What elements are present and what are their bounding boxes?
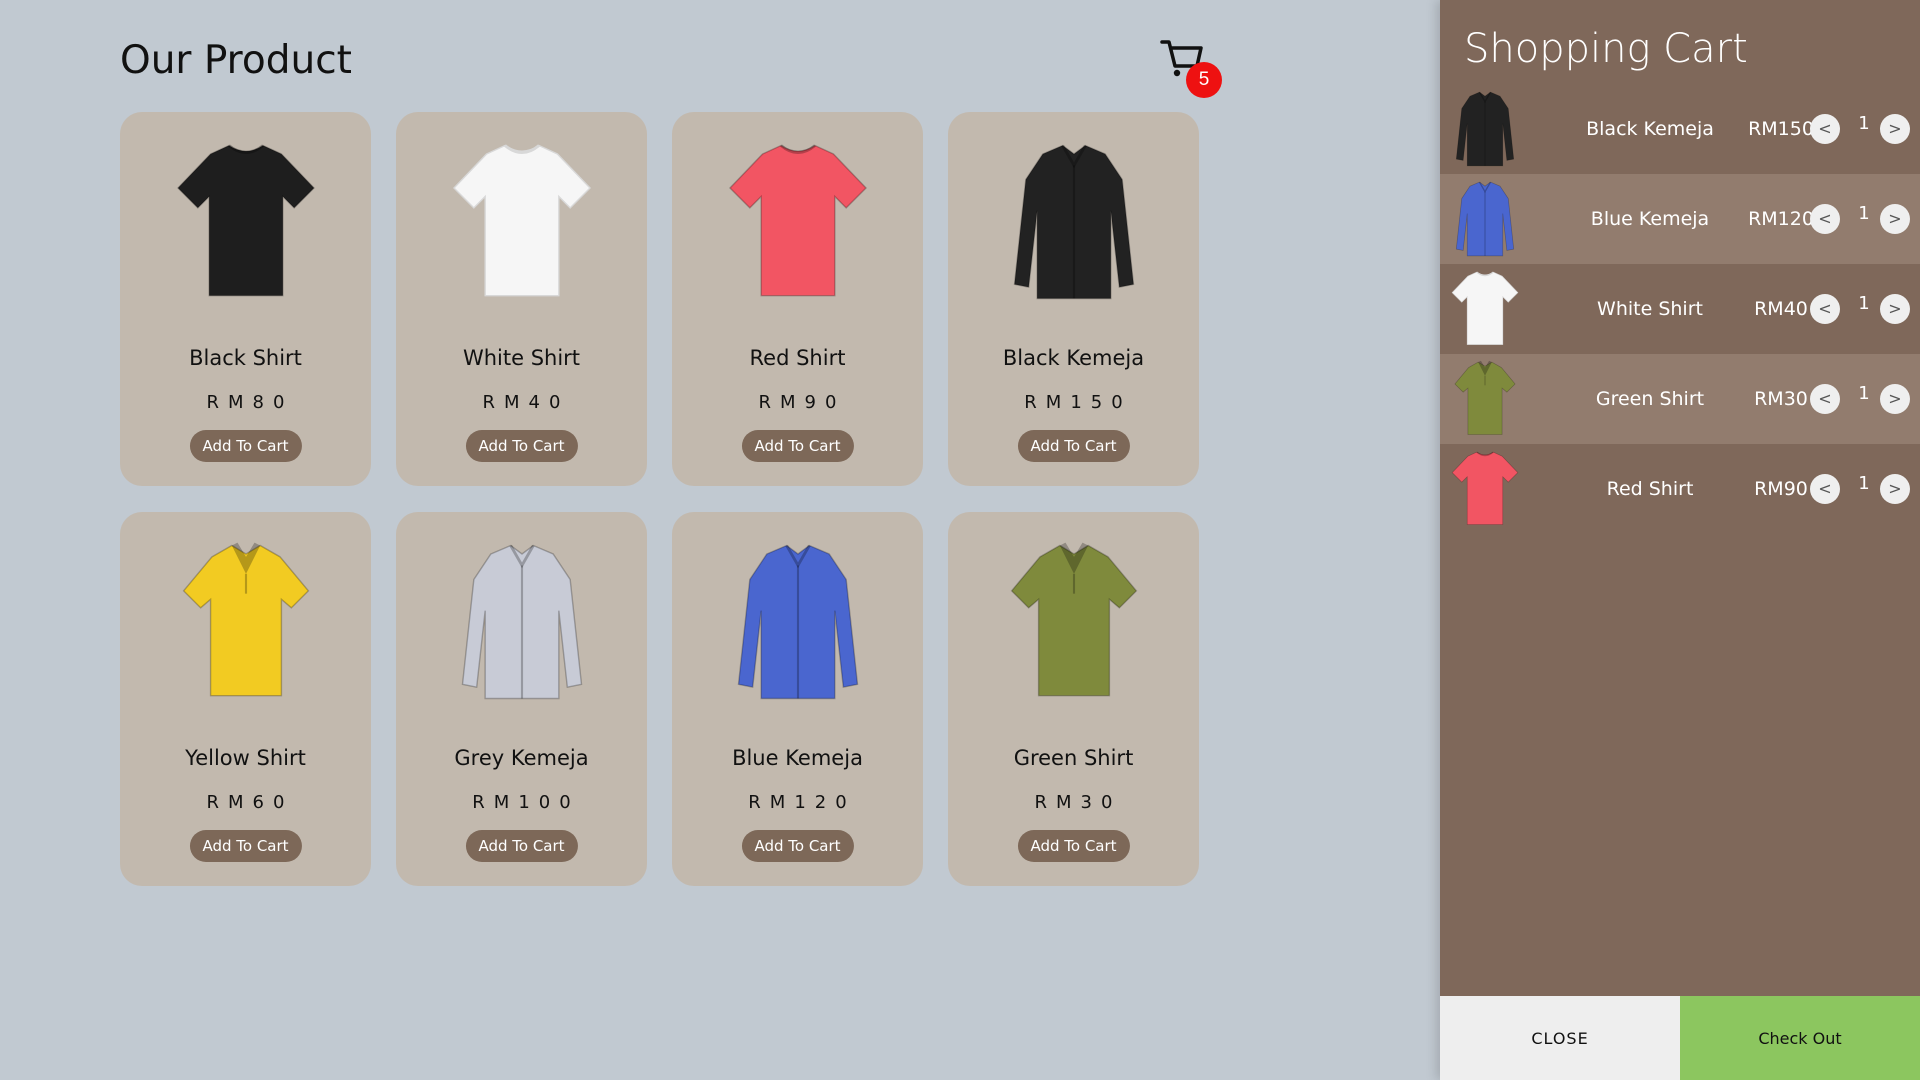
- decrease-quantity-button[interactable]: <: [1810, 294, 1840, 324]
- product-image: [948, 532, 1199, 712]
- decrease-quantity-button[interactable]: <: [1810, 474, 1840, 504]
- product-price: RM80: [206, 392, 294, 413]
- shopping-cart-panel: Shopping Cart Black Kemeja RM150 < 1 > B…: [1440, 0, 1920, 1080]
- product-image: [396, 132, 647, 312]
- cart-item-quantity: 1: [1858, 473, 1870, 494]
- cart-item-quantity: 1: [1858, 383, 1870, 404]
- product-name: Green Shirt: [1013, 746, 1134, 770]
- cart-footer: CLOSE Check Out: [1440, 996, 1920, 1080]
- checkout-button[interactable]: Check Out: [1680, 996, 1920, 1080]
- product-price: RM150: [1024, 392, 1132, 413]
- product-price: RM120: [748, 792, 856, 813]
- decrease-quantity-button[interactable]: <: [1810, 114, 1840, 144]
- product-name: Red Shirt: [749, 346, 846, 370]
- product-card: Black Kemeja RM150 Add To Cart: [948, 112, 1199, 486]
- add-to-cart-button[interactable]: Add To Cart: [1017, 430, 1130, 462]
- product-price: RM30: [1034, 792, 1122, 813]
- increase-quantity-button[interactable]: >: [1880, 114, 1910, 144]
- product-image: [120, 532, 371, 712]
- product-price: RM100: [472, 792, 580, 813]
- close-button[interactable]: CLOSE: [1440, 996, 1680, 1080]
- cart-item: Black Kemeja RM150 < 1 >: [1440, 84, 1920, 174]
- product-name: Black Shirt: [189, 346, 302, 370]
- increase-quantity-button[interactable]: >: [1880, 384, 1910, 414]
- product-card: Green Shirt RM30 Add To Cart: [948, 512, 1199, 886]
- increase-quantity-button[interactable]: >: [1880, 204, 1910, 234]
- product-image: [120, 132, 371, 312]
- cart-item: White Shirt RM40 < 1 >: [1440, 264, 1920, 354]
- product-image: [948, 132, 1199, 312]
- decrease-quantity-button[interactable]: <: [1810, 384, 1840, 414]
- product-price: RM60: [206, 792, 294, 813]
- add-to-cart-button[interactable]: Add To Cart: [741, 430, 854, 462]
- product-image: [672, 532, 923, 712]
- cart-item-quantity: 1: [1858, 113, 1870, 134]
- cart-item: Red Shirt RM90 < 1 >: [1440, 444, 1920, 534]
- cart-item-image: [1440, 354, 1530, 444]
- product-image: [396, 532, 647, 712]
- cart-list: Black Kemeja RM150 < 1 > Blue Kemeja RM1…: [1440, 84, 1920, 534]
- cart-item-image: [1440, 174, 1530, 264]
- add-to-cart-button[interactable]: Add To Cart: [465, 430, 578, 462]
- increase-quantity-button[interactable]: >: [1880, 294, 1910, 324]
- increase-quantity-button[interactable]: >: [1880, 474, 1910, 504]
- product-name: Blue Kemeja: [732, 746, 863, 770]
- product-card: White Shirt RM40 Add To Cart: [396, 112, 647, 486]
- add-to-cart-button[interactable]: Add To Cart: [189, 830, 302, 862]
- add-to-cart-button[interactable]: Add To Cart: [741, 830, 854, 862]
- decrease-quantity-button[interactable]: <: [1810, 204, 1840, 234]
- product-card: Red Shirt RM90 Add To Cart: [672, 112, 923, 486]
- cart-item-image: [1440, 264, 1530, 354]
- cart-item: Blue Kemeja RM120 < 1 >: [1440, 174, 1920, 264]
- product-grid: Black Shirt RM80 Add To Cart White Shirt…: [120, 112, 1199, 886]
- cart-button[interactable]: 5: [1160, 36, 1222, 98]
- product-name: Yellow Shirt: [185, 746, 306, 770]
- add-to-cart-button[interactable]: Add To Cart: [1017, 830, 1130, 862]
- add-to-cart-button[interactable]: Add To Cart: [189, 430, 302, 462]
- cart-item-quantity: 1: [1858, 293, 1870, 314]
- product-name: White Shirt: [462, 346, 581, 370]
- page-title: Our Product: [120, 38, 352, 83]
- cart-item-image: [1440, 444, 1530, 534]
- cart-title: Shopping Cart: [1464, 26, 1748, 72]
- product-name: Black Kemeja: [1002, 346, 1145, 370]
- product-price: RM40: [482, 392, 570, 413]
- cart-item: Green Shirt RM30 < 1 >: [1440, 354, 1920, 444]
- product-card: Blue Kemeja RM120 Add To Cart: [672, 512, 923, 886]
- add-to-cart-button[interactable]: Add To Cart: [465, 830, 578, 862]
- product-price: RM90: [758, 392, 846, 413]
- product-card: Yellow Shirt RM60 Add To Cart: [120, 512, 371, 886]
- product-card: Grey Kemeja RM100 Add To Cart: [396, 512, 647, 886]
- cart-count-badge: 5: [1186, 62, 1222, 98]
- product-card: Black Shirt RM80 Add To Cart: [120, 112, 371, 486]
- cart-item-image: [1440, 84, 1530, 174]
- cart-item-quantity: 1: [1858, 203, 1870, 224]
- product-name: Grey Kemeja: [454, 746, 589, 770]
- product-image: [672, 132, 923, 312]
